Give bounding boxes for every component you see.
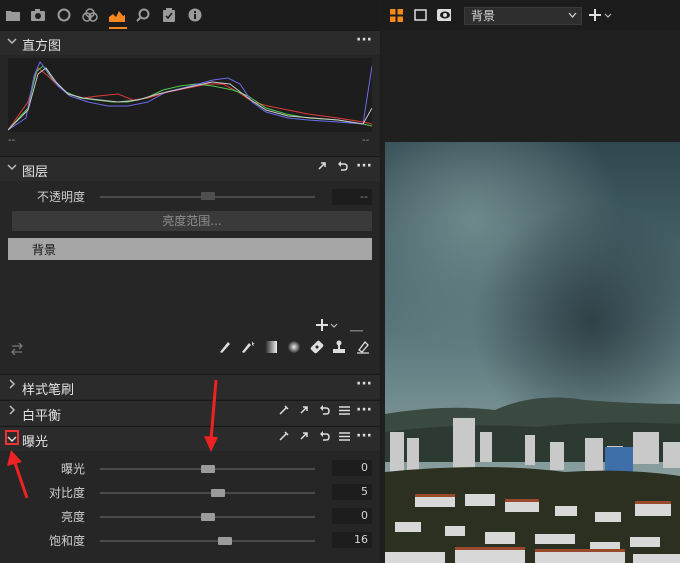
single-view-icon[interactable]	[413, 8, 427, 22]
layer-select-value: 背景	[471, 9, 496, 23]
layer-select[interactable]: 背景	[464, 7, 582, 25]
annotation-arrows	[7, 379, 218, 499]
grid-view-icon[interactable]	[389, 8, 403, 22]
photo-preview[interactable]	[385, 142, 680, 563]
add-layer-dropdown-button[interactable]	[589, 8, 615, 25]
chevron-down-icon	[568, 8, 577, 24]
eye-icon[interactable]	[437, 8, 451, 22]
